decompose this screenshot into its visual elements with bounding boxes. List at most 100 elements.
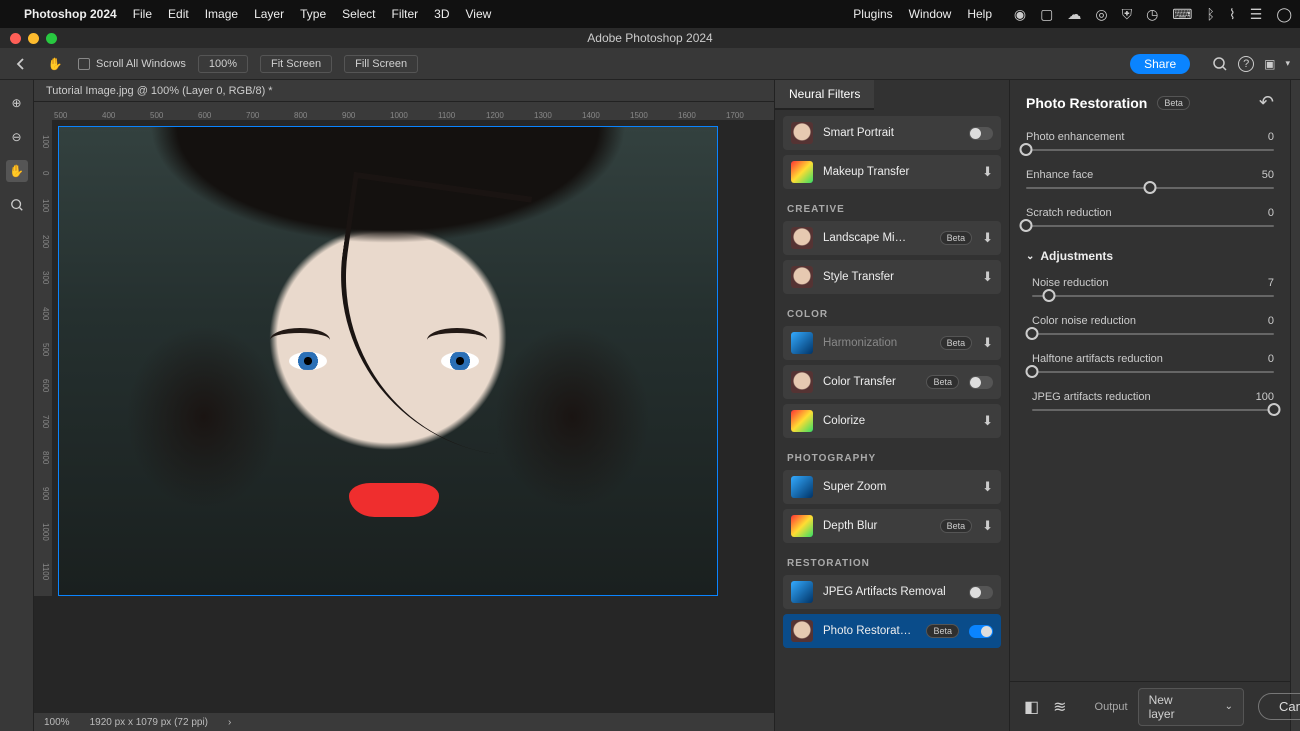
clock-icon[interactable]: ◷: [1146, 6, 1158, 23]
output-label: Output: [1095, 701, 1128, 713]
shield-icon[interactable]: ⛨: [1122, 6, 1133, 23]
neural-filters-tab[interactable]: Neural Filters: [775, 80, 874, 110]
search-icon[interactable]: [1212, 56, 1228, 72]
slider-knob[interactable]: [1020, 219, 1033, 232]
user-icon[interactable]: ◯: [1276, 6, 1292, 23]
download-icon[interactable]: ⬇: [982, 164, 993, 180]
back-icon[interactable]: [10, 53, 32, 75]
menu-plugins[interactable]: Plugins: [853, 7, 892, 21]
wifi-icon[interactable]: ⌇: [1229, 6, 1236, 23]
hand-tool-icon[interactable]: ✋: [44, 53, 66, 75]
filter-label: Smart Portrait: [823, 127, 959, 139]
filter-item[interactable]: Depth BlurBeta⬇: [783, 509, 1001, 543]
zoom-tool[interactable]: [6, 194, 28, 216]
filter-item[interactable]: Super Zoom⬇: [783, 470, 1001, 504]
menu-window[interactable]: Window: [909, 7, 952, 21]
fit-screen-button[interactable]: Fit Screen: [260, 55, 332, 73]
preview-toggle-icon[interactable]: ◧: [1024, 697, 1039, 717]
help-icon[interactable]: ?: [1238, 56, 1254, 72]
download-icon[interactable]: ⬇: [982, 479, 993, 495]
fill-screen-button[interactable]: Fill Screen: [344, 55, 418, 73]
filter-toggle[interactable]: [969, 625, 993, 638]
record-icon[interactable]: ◉: [1014, 6, 1026, 23]
download-icon[interactable]: ⬇: [982, 230, 993, 246]
control-center-icon[interactable]: ☰: [1250, 6, 1263, 23]
menu-filter[interactable]: Filter: [391, 7, 418, 21]
zoom-field[interactable]: 100%: [198, 55, 248, 73]
keyboard-icon[interactable]: ⌨: [1172, 6, 1192, 23]
slider-track[interactable]: [1032, 333, 1274, 335]
slider-value: 7: [1268, 277, 1274, 289]
cc-icon[interactable]: ◎: [1095, 6, 1107, 23]
slider-knob[interactable]: [1026, 365, 1039, 378]
chevron-down-icon: ⌄: [1225, 701, 1233, 712]
slider-value: 50: [1262, 169, 1274, 181]
slider-track[interactable]: [1026, 225, 1274, 227]
menu-3d[interactable]: 3D: [434, 7, 449, 21]
filters-list[interactable]: Smart PortraitMakeup Transfer⬇CREATIVELa…: [775, 110, 1009, 731]
status-arrow-icon[interactable]: ›: [228, 717, 231, 728]
cancel-button[interactable]: Cancel: [1258, 693, 1300, 720]
adjustments-toggle[interactable]: ⌄Adjustments: [1026, 249, 1274, 263]
status-zoom[interactable]: 100%: [44, 717, 70, 728]
download-icon[interactable]: ⬇: [982, 518, 993, 534]
slider-knob[interactable]: [1268, 403, 1281, 416]
filter-item[interactable]: Makeup Transfer ⬇: [783, 155, 1001, 189]
slider-knob[interactable]: [1026, 327, 1039, 340]
menu-image[interactable]: Image: [205, 7, 238, 21]
right-edge-strip: [1290, 80, 1300, 731]
layers-icon[interactable]: ≋: [1053, 697, 1066, 717]
canvas-image: [58, 126, 718, 596]
cloud-icon[interactable]: ☁: [1067, 6, 1081, 23]
slider-track[interactable]: [1032, 295, 1274, 297]
share-button[interactable]: Share: [1130, 54, 1190, 74]
document-tab[interactable]: Tutorial Image.jpg @ 100% (Layer 0, RGB/…: [34, 80, 774, 102]
output-dropdown[interactable]: New layer ⌄: [1138, 688, 1244, 726]
menu-type[interactable]: Type: [300, 7, 326, 21]
workspace-icon[interactable]: ▣: [1264, 57, 1275, 71]
reset-icon[interactable]: ↶: [1259, 92, 1274, 113]
bluetooth-icon[interactable]: ᛒ: [1207, 6, 1215, 22]
screen-icon[interactable]: ▢: [1040, 6, 1053, 23]
filter-toggle[interactable]: [969, 586, 993, 599]
slider-track[interactable]: [1026, 187, 1274, 189]
filter-toggle[interactable]: [969, 376, 993, 389]
filter-item[interactable]: Style Transfer ⬇: [783, 260, 1001, 294]
menu-help[interactable]: Help: [967, 7, 992, 21]
slider-knob[interactable]: [1042, 289, 1055, 302]
scroll-all-checkbox[interactable]: Scroll All Windows: [78, 58, 186, 70]
menu-file[interactable]: File: [133, 7, 152, 21]
download-icon[interactable]: ⬇: [982, 413, 993, 429]
app-name[interactable]: Photoshop 2024: [24, 7, 117, 21]
status-info: 1920 px x 1079 px (72 ppi): [90, 717, 208, 728]
slider-track[interactable]: [1026, 149, 1274, 151]
menu-view[interactable]: View: [466, 7, 492, 21]
filter-label: Makeup Transfer: [823, 166, 972, 178]
filter-item[interactable]: Landscape Mi…Beta⬇: [783, 221, 1001, 255]
window-title: Adobe Photoshop 2024: [0, 31, 1300, 45]
slider-knob[interactable]: [1020, 143, 1033, 156]
filter-item[interactable]: Colorize⬇: [783, 404, 1001, 438]
canvas[interactable]: [52, 120, 774, 596]
filter-item[interactable]: JPEG Artifacts Removal: [783, 575, 1001, 609]
chevron-down-icon[interactable]: ▾: [1285, 58, 1290, 69]
filter-item[interactable]: Photo Restorat…Beta: [783, 614, 1001, 648]
download-icon[interactable]: ⬇: [982, 269, 993, 285]
menu-select[interactable]: Select: [342, 7, 375, 21]
zoom-out-tool[interactable]: ⊖: [6, 126, 28, 148]
hand-tool[interactable]: ✋: [6, 160, 28, 182]
filter-toggle[interactable]: [969, 127, 993, 140]
slider-knob[interactable]: [1144, 181, 1157, 194]
slider-track[interactable]: [1032, 371, 1274, 373]
menu-layer[interactable]: Layer: [254, 7, 284, 21]
download-icon[interactable]: ⬇: [982, 335, 993, 351]
zoom-in-tool[interactable]: ⊕: [6, 92, 28, 114]
menu-edit[interactable]: Edit: [168, 7, 189, 21]
filter-item[interactable]: Color TransferBeta: [783, 365, 1001, 399]
filter-category: RESTORATION: [783, 548, 1001, 575]
slider-track[interactable]: [1032, 409, 1274, 411]
filter-item[interactable]: HarmonizationBeta⬇: [783, 326, 1001, 360]
filter-label: Color Transfer: [823, 376, 916, 388]
filter-label: Style Transfer: [823, 271, 972, 283]
filter-item[interactable]: Smart Portrait: [783, 116, 1001, 150]
